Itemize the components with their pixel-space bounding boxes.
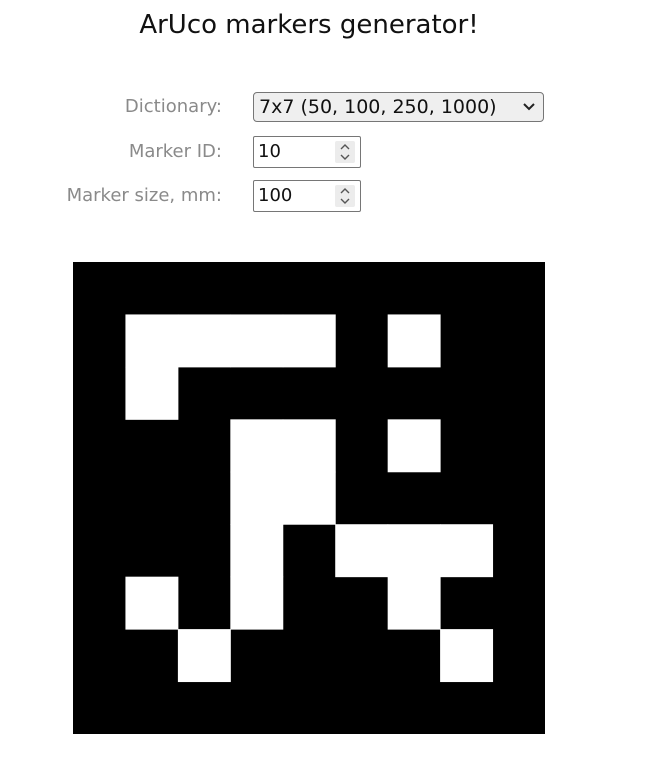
marker-white-cell [387, 419, 441, 473]
marker-size-row: Marker size, mm: 100 [0, 180, 648, 212]
spinner-down-icon[interactable] [340, 154, 350, 160]
marker-white-cell [177, 314, 231, 368]
marker-white-cell [440, 524, 494, 578]
aruco-marker-svg [73, 262, 545, 734]
marker-id-input[interactable]: 10 [253, 136, 361, 168]
marker-id-row: Marker ID: 10 [0, 136, 648, 168]
marker-white-cell [230, 576, 284, 630]
page-title: ArUco markers generator! [139, 10, 479, 40]
spinner-up-icon[interactable] [340, 144, 350, 150]
marker-white-cell [230, 314, 284, 368]
marker-size-label: Marker size, mm: [66, 185, 222, 206]
aruco-generator-page: ArUco markers generator! Dictionary: 7x7… [0, 0, 648, 760]
dictionary-row: Dictionary: 7x7 (50, 100, 250, 1000) [0, 91, 648, 123]
marker-id-stepper[interactable] [335, 141, 355, 163]
marker-white-cell [177, 629, 231, 683]
marker-white-cell [387, 576, 441, 630]
dictionary-select[interactable]: 7x7 (50, 100, 250, 1000) [253, 92, 544, 122]
marker-white-cell [387, 314, 441, 368]
marker-white-cell [125, 314, 179, 368]
marker-white-cell [125, 576, 179, 630]
marker-size-value: 100 [258, 185, 293, 206]
spinner-down-icon[interactable] [340, 198, 350, 204]
chevron-down-icon [523, 103, 535, 111]
dictionary-label: Dictionary: [124, 96, 222, 117]
marker-white-cell [335, 524, 389, 578]
marker-white-cell [440, 629, 494, 683]
marker-white-cell [387, 524, 441, 578]
marker-white-cell [230, 471, 284, 525]
marker-id-label: Marker ID: [128, 141, 222, 162]
marker-white-cell [282, 471, 336, 525]
marker-white-cell [282, 314, 336, 368]
marker-id-value: 10 [258, 141, 281, 162]
marker-white-cell [230, 524, 284, 578]
marker-white-cell [230, 419, 284, 473]
marker-white-cell [125, 366, 179, 420]
marker-size-stepper[interactable] [335, 185, 355, 207]
aruco-marker-image [73, 262, 545, 734]
spinner-up-icon[interactable] [340, 188, 350, 194]
marker-white-cell [282, 419, 336, 473]
marker-size-input[interactable]: 100 [253, 180, 361, 212]
dictionary-selected-value: 7x7 (50, 100, 250, 1000) [259, 96, 497, 118]
